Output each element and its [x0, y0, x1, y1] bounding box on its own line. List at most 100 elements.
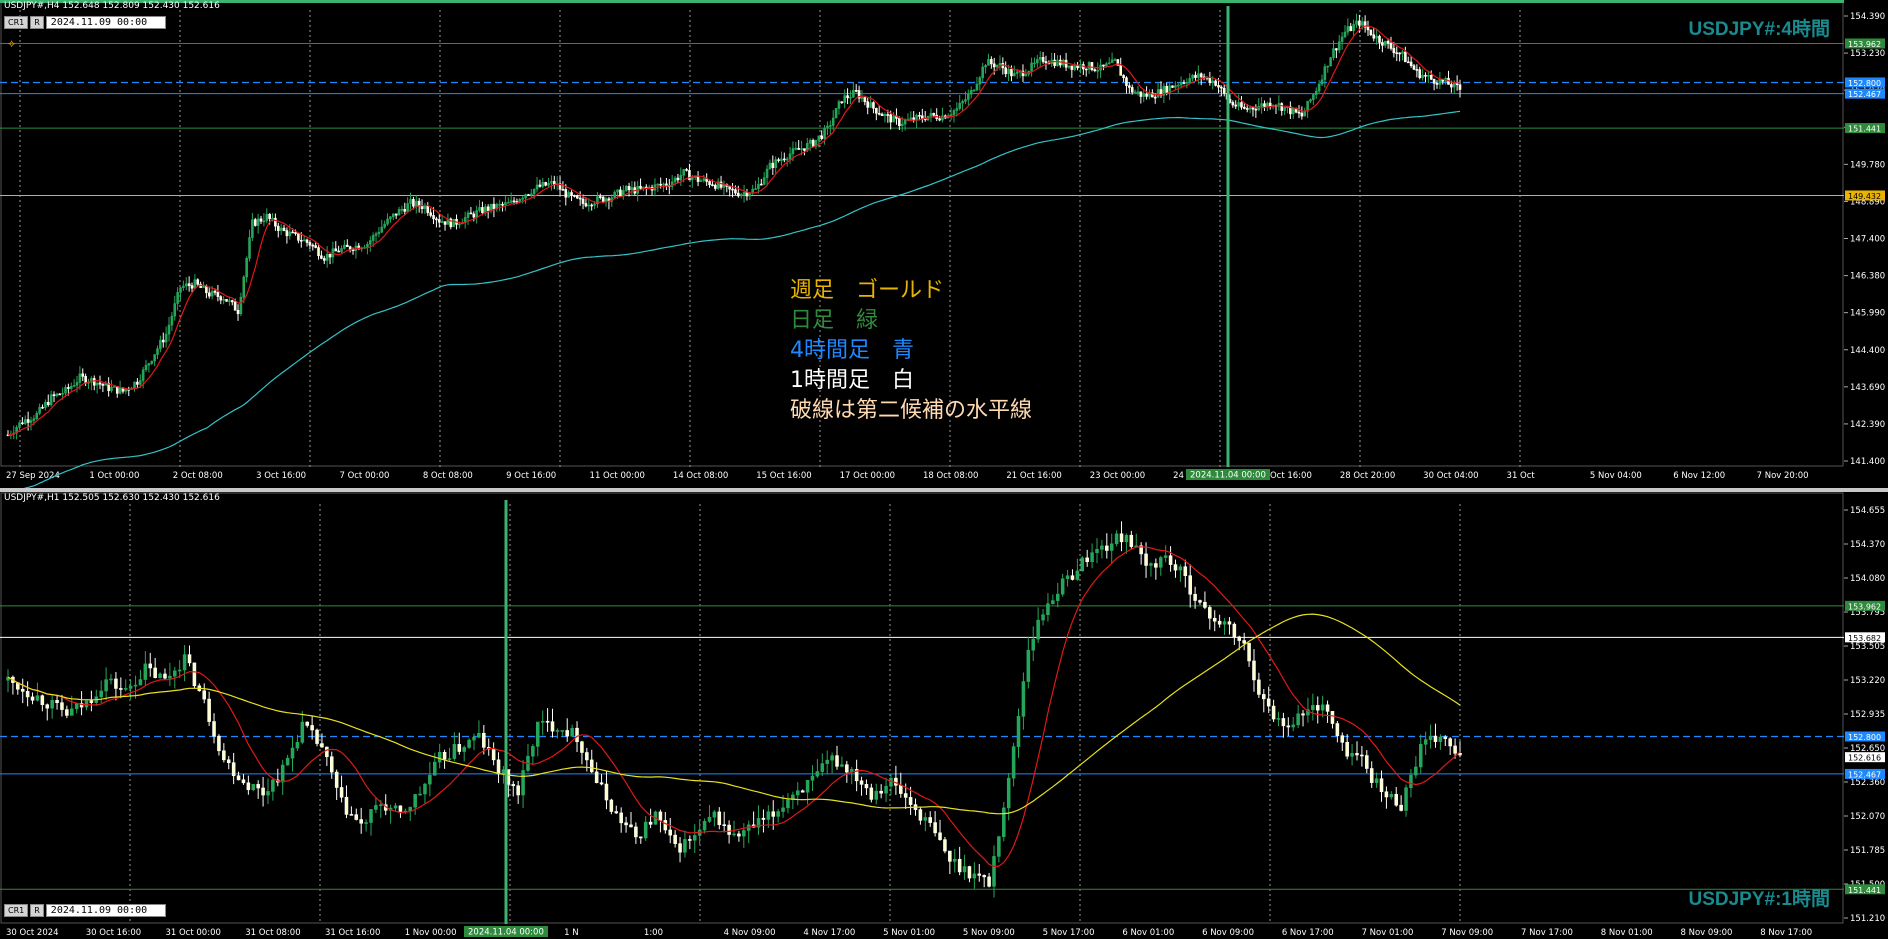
candle-body: [222, 299, 225, 301]
h1-chart-pane[interactable]: 30 Oct 2024 30 Oct 16:00 31 Oct 00:00 31 Oc…: [0, 492, 1888, 939]
candle-body: [894, 777, 898, 786]
candle-body: [1194, 74, 1197, 78]
candle-body: [509, 200, 513, 203]
candle-body: [1415, 69, 1419, 71]
candle-body: [599, 196, 602, 198]
candle-body: [29, 420, 33, 423]
candle-body: [98, 382, 102, 385]
candle-body: [1176, 84, 1180, 87]
candle-body: [921, 115, 924, 119]
candle-body: [506, 202, 510, 204]
candle-body: [702, 821, 707, 831]
candle-body: [1208, 607, 1212, 619]
candle-body: [262, 220, 266, 223]
candle-body: [883, 114, 887, 117]
h1-controls: CR1 R 2024.11.09 00:00: [4, 904, 166, 917]
candle-body: [187, 283, 191, 286]
datetime-field-h1[interactable]: 2024.11.09 00:00: [45, 904, 166, 917]
candle-body: [1360, 21, 1364, 26]
candle-body: [418, 793, 422, 796]
candle-body: [834, 108, 838, 119]
candle-body: [202, 690, 206, 700]
candle-body: [676, 177, 680, 181]
candle-body: [840, 764, 844, 767]
candle-body: [555, 730, 560, 732]
candle-body: [1360, 754, 1364, 757]
candle-body: [663, 820, 668, 831]
candle-body: [84, 700, 89, 708]
candle-body: [271, 217, 274, 220]
r-button-h1[interactable]: R: [30, 904, 44, 917]
datetime-field[interactable]: 2024.11.09 00:00: [45, 16, 166, 29]
y-tick-label: 145.990: [1850, 309, 1885, 319]
candle-body: [584, 203, 588, 207]
candle-body: [771, 162, 775, 168]
color-legend: 週足 ゴールド 日足 緑 4時間足 青 1時間足 白 破線は第二候補の水平線: [790, 276, 1032, 426]
x-tick-label: 4 Nov 09:00: [724, 928, 776, 938]
candle-body: [538, 184, 542, 187]
candle-body: [820, 135, 823, 139]
x-tick-label: 30 Oct 16:00: [86, 928, 141, 938]
candle-body: [443, 221, 447, 225]
candle-body: [359, 819, 363, 824]
candle-body: [560, 730, 565, 732]
y-tick-label: 151.785: [1850, 846, 1885, 856]
candle-body: [420, 205, 424, 210]
candle-body: [429, 212, 432, 216]
candle-body: [656, 183, 660, 186]
candle-body: [742, 830, 746, 837]
candle-body: [1276, 718, 1281, 720]
legend-dashed: 破線は第二候補の水平線: [790, 398, 1033, 423]
candle-body: [886, 114, 890, 116]
candle-body: [1271, 705, 1276, 720]
candle-body: [400, 209, 404, 211]
candle-body: [55, 393, 59, 396]
h1-chart-canvas[interactable]: 30 Oct 2024 30 Oct 16:00 31 Oct 00:00 31 Oc…: [0, 492, 1888, 939]
candle-body: [1051, 600, 1055, 605]
candle-body: [113, 386, 116, 388]
candle-body: [639, 836, 643, 839]
candle-body: [852, 90, 855, 98]
cr1-button[interactable]: CR1: [4, 16, 29, 29]
candle-body: [1309, 99, 1312, 102]
candle-body: [780, 158, 783, 161]
candle-body: [329, 756, 334, 773]
candle-body: [1389, 794, 1394, 798]
x-tick-label: 6 Nov 12:00: [1673, 471, 1725, 481]
candle-body: [1024, 73, 1028, 77]
r-button[interactable]: R: [30, 16, 44, 29]
candle-body: [377, 231, 381, 235]
candle-body: [1281, 718, 1286, 727]
candle-body: [734, 189, 737, 194]
candle-body: [995, 64, 999, 68]
candle-body: [739, 194, 743, 197]
candle-body: [207, 698, 211, 722]
candle-body: [337, 250, 340, 253]
candle-body: [44, 402, 47, 408]
candle-body: [228, 300, 231, 302]
h4-chart-pane[interactable]: 27 Sep 2024 1 Oct 00:00 2 Oct 08:00 3 Oct 1…: [0, 0, 1888, 488]
candle-body: [1429, 75, 1433, 80]
candle-body: [242, 276, 246, 298]
candle-body: [864, 784, 869, 789]
candle-body: [18, 422, 21, 428]
candle-body: [573, 195, 576, 197]
candle-body: [1136, 91, 1140, 94]
candle-body: [829, 125, 832, 127]
candle-body: [884, 785, 888, 794]
candle-body: [182, 285, 185, 288]
candle-body: [866, 101, 869, 108]
pin-icon[interactable]: ⟡: [8, 37, 15, 51]
level-tag-text: 149.432: [1848, 192, 1881, 201]
candle-body: [830, 755, 834, 761]
candle-body: [1084, 68, 1088, 71]
candle-body: [210, 290, 214, 297]
candle-body: [529, 193, 533, 196]
cr1-button-h1[interactable]: CR1: [4, 904, 29, 917]
candle-body: [1149, 563, 1153, 566]
candle-body: [1222, 621, 1227, 625]
candle-body: [49, 394, 53, 406]
candle-body: [673, 177, 677, 183]
legend-h1: 1時間足 白: [790, 368, 914, 393]
candle-body: [516, 785, 520, 796]
